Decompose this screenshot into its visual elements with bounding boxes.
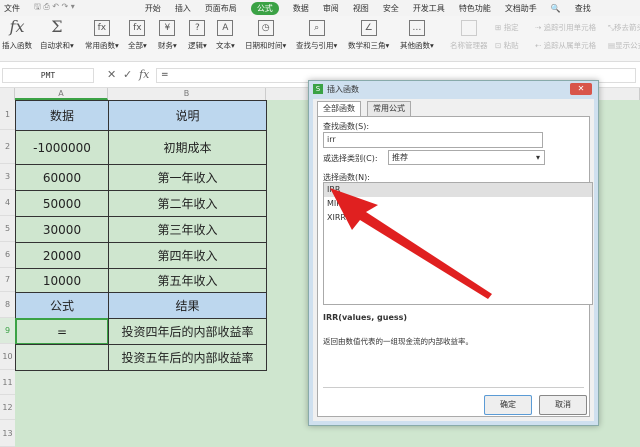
red-arrow-annotation bbox=[330, 188, 492, 299]
